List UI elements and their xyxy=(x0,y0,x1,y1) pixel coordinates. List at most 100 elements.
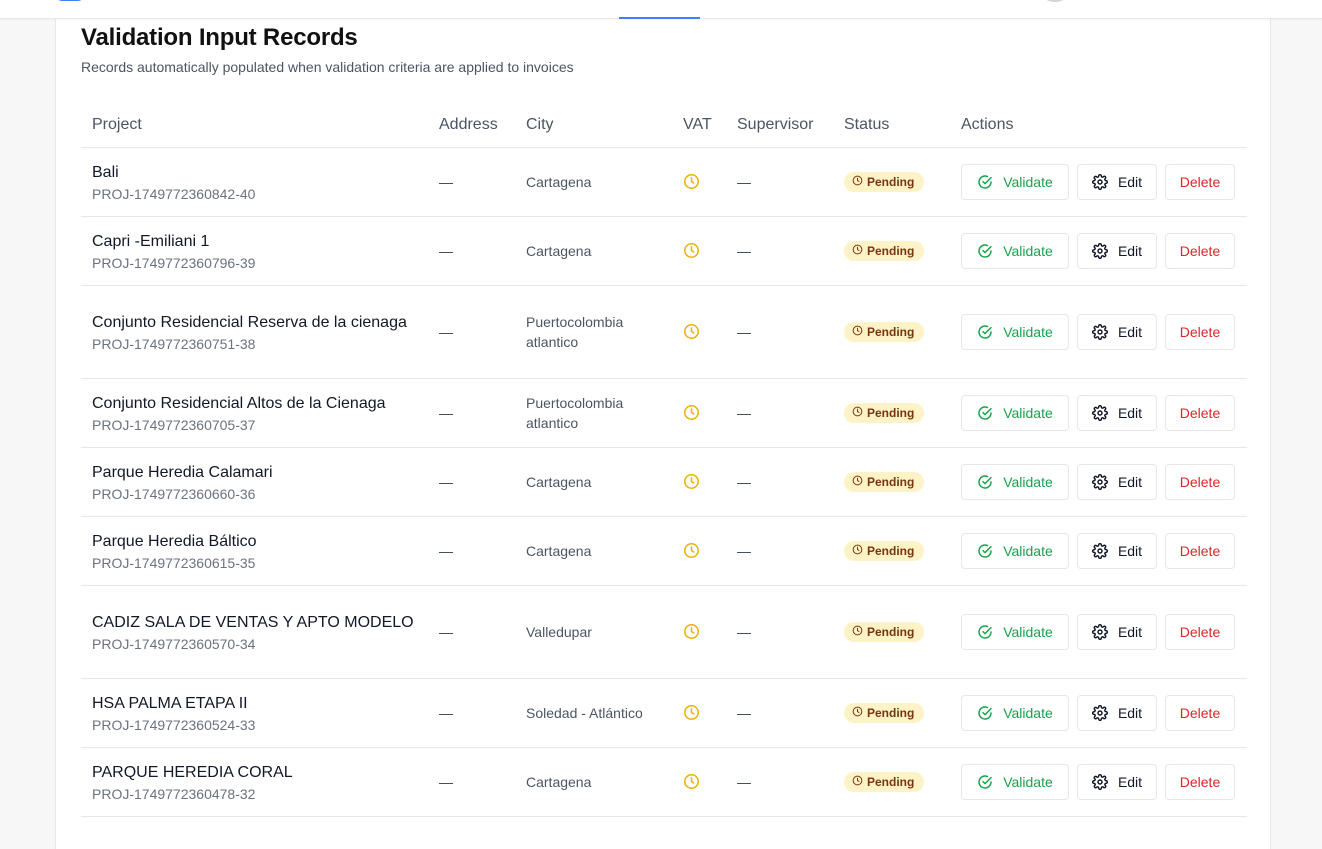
project-name[interactable]: Conjunto Residencial Altos de la Cienaga xyxy=(92,392,428,416)
delete-button[interactable]: Delete xyxy=(1165,313,1235,350)
supervisor-value: — xyxy=(737,473,751,490)
cell-supervisor: — xyxy=(726,147,833,217)
project-code: PROJ-1749772360570-34 xyxy=(92,636,256,652)
edit-button[interactable]: Edit xyxy=(1077,613,1157,650)
column-header-supervisor[interactable]: Supervisor xyxy=(726,104,833,148)
edit-button[interactable]: Edit xyxy=(1077,463,1157,500)
supervisor-value: — xyxy=(737,242,751,259)
validate-button[interactable]: Validate xyxy=(961,763,1069,800)
table-row: CADIZ SALA DE VENTAS Y APTO MODELO PROJ-… xyxy=(81,585,1247,679)
city-value: Puertocolombia atlantico xyxy=(526,313,624,350)
clock-icon xyxy=(852,775,863,789)
records-table: Project Address City VAT Supervisor Stat… xyxy=(81,104,1247,817)
table-row: Capri -Emiliani 1 PROJ-1749772360796-39 … xyxy=(81,216,1247,286)
project-name[interactable]: Capri -Emiliani 1 xyxy=(92,230,428,254)
delete-label: Delete xyxy=(1179,542,1221,559)
cell-city: Cartagena xyxy=(515,516,672,586)
column-header-status[interactable]: Status xyxy=(833,104,950,148)
validate-button[interactable]: Validate xyxy=(961,232,1069,269)
gear-icon xyxy=(1091,623,1108,640)
validate-button[interactable]: Validate xyxy=(961,313,1069,350)
validate-button[interactable]: Validate xyxy=(961,463,1069,500)
edit-label: Edit xyxy=(1117,473,1143,490)
edit-button[interactable]: Edit xyxy=(1077,532,1157,569)
address-value: — xyxy=(439,542,453,559)
address-value: — xyxy=(439,623,453,640)
cell-vat xyxy=(672,747,726,817)
project-code: PROJ-1749772360478-32 xyxy=(92,786,256,802)
cell-actions: Validate Edit Delete xyxy=(950,678,1247,748)
delete-button[interactable]: Delete xyxy=(1165,613,1235,650)
validate-button[interactable]: Validate xyxy=(961,394,1069,431)
delete-button[interactable]: Delete xyxy=(1165,763,1235,800)
project-name[interactable]: Parque Heredia Báltico xyxy=(92,530,428,554)
validate-label: Validate xyxy=(1003,173,1053,190)
cell-status: Pending xyxy=(833,747,950,817)
project-name[interactable]: Parque Heredia Calamari xyxy=(92,461,428,485)
validate-label: Validate xyxy=(1003,473,1053,490)
active-tab-indicator xyxy=(619,17,700,19)
validate-button[interactable]: Validate xyxy=(961,694,1069,731)
edit-button[interactable]: Edit xyxy=(1077,313,1157,350)
delete-label: Delete xyxy=(1179,773,1221,790)
column-header-project[interactable]: Project xyxy=(81,104,428,148)
project-name[interactable]: Conjunto Residencial Reserva de la ciena… xyxy=(92,311,428,335)
cell-actions: Validate Edit Delete xyxy=(950,585,1247,679)
supervisor-value: — xyxy=(737,542,751,559)
city-value: Puertocolombia atlantico xyxy=(526,394,624,431)
validate-button[interactable]: Validate xyxy=(961,163,1069,200)
delete-label: Delete xyxy=(1179,323,1221,340)
delete-button[interactable]: Delete xyxy=(1165,163,1235,200)
cell-project: HSA PALMA ETAPA II PROJ-1749772360524-33 xyxy=(81,678,428,748)
status-label: Pending xyxy=(867,174,915,189)
status-badge: Pending xyxy=(844,771,925,792)
clock-icon xyxy=(683,404,726,421)
avatar[interactable] xyxy=(1043,0,1067,2)
edit-label: Edit xyxy=(1117,404,1143,421)
edit-button[interactable]: Edit xyxy=(1077,163,1157,200)
cell-supervisor: — xyxy=(726,216,833,286)
table-row: Bali PROJ-1749772360842-40 — Cartagena —… xyxy=(81,147,1247,217)
edit-label: Edit xyxy=(1117,173,1143,190)
cell-address: — xyxy=(428,747,515,817)
cell-city: Puertocolombia atlantico xyxy=(515,378,672,448)
edit-button[interactable]: Edit xyxy=(1077,394,1157,431)
delete-button[interactable]: Delete xyxy=(1165,532,1235,569)
validate-button[interactable]: Validate xyxy=(961,532,1069,569)
project-name[interactable]: Bali xyxy=(92,161,428,185)
cell-city: Cartagena xyxy=(515,147,672,217)
status-label: Pending xyxy=(867,324,915,339)
project-name[interactable]: CADIZ SALA DE VENTAS Y APTO MODELO xyxy=(92,611,428,635)
delete-label: Delete xyxy=(1179,404,1221,421)
cell-vat xyxy=(672,147,726,217)
supervisor-value: — xyxy=(737,323,751,340)
cell-city: Cartagena xyxy=(515,747,672,817)
edit-button[interactable]: Edit xyxy=(1077,763,1157,800)
validate-button[interactable]: Validate xyxy=(961,613,1069,650)
cell-status: Pending xyxy=(833,516,950,586)
column-header-address[interactable]: Address xyxy=(428,104,515,148)
page-title: Validation Input Records xyxy=(81,24,358,51)
edit-button[interactable]: Edit xyxy=(1077,694,1157,731)
cell-actions: Validate Edit Delete xyxy=(950,378,1247,448)
edit-label: Edit xyxy=(1117,323,1143,340)
validate-label: Validate xyxy=(1003,323,1053,340)
cell-project: Parque Heredia Báltico PROJ-174977236061… xyxy=(81,516,428,586)
check-circle-icon xyxy=(977,543,993,559)
cell-project: Bali PROJ-1749772360842-40 xyxy=(81,147,428,217)
project-name[interactable]: HSA PALMA ETAPA II xyxy=(92,692,428,716)
project-name[interactable]: PARQUE HEREDIA CORAL xyxy=(92,761,428,785)
column-header-city[interactable]: City xyxy=(515,104,672,148)
edit-button[interactable]: Edit xyxy=(1077,232,1157,269)
delete-button[interactable]: Delete xyxy=(1165,394,1235,431)
delete-button[interactable]: Delete xyxy=(1165,463,1235,500)
edit-label: Edit xyxy=(1117,773,1143,790)
cell-vat xyxy=(672,447,726,517)
delete-button[interactable]: Delete xyxy=(1165,694,1235,731)
app-logo[interactable] xyxy=(56,0,84,1)
cell-address: — xyxy=(428,285,515,379)
cell-supervisor: — xyxy=(726,516,833,586)
gear-icon xyxy=(1091,323,1108,340)
delete-button[interactable]: Delete xyxy=(1165,232,1235,269)
column-header-vat[interactable]: VAT xyxy=(672,104,726,148)
